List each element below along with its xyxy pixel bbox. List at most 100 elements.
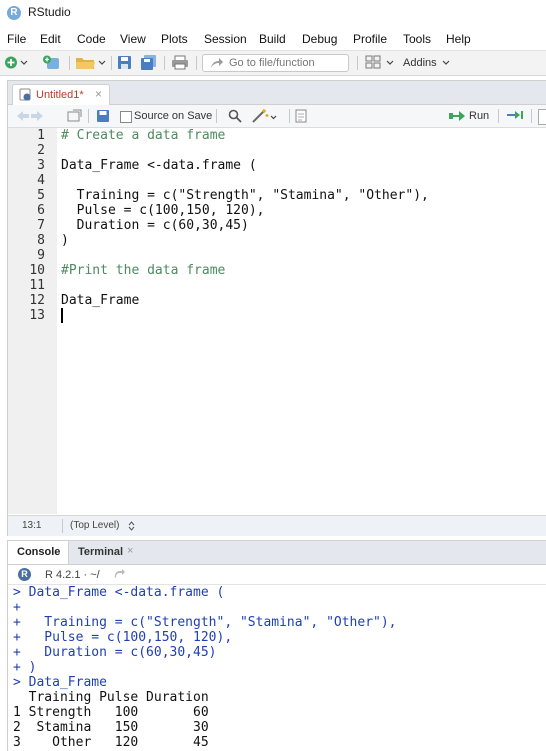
magic-wand-icon[interactable] (251, 108, 277, 124)
scope-selector[interactable]: (Top Level) (70, 520, 119, 531)
history-nav (17, 111, 43, 121)
code-line: # Create a data frame (61, 128, 226, 143)
toolbar-separator (164, 56, 165, 70)
line-number: 12 (29, 293, 45, 308)
forward-arrow-icon[interactable] (31, 111, 43, 121)
goto-placeholder: Go to file/function (229, 57, 315, 69)
line-number: 8 (37, 233, 45, 248)
r-version: R 4.2.1 · ~/ (45, 569, 100, 581)
menu-code[interactable]: Code (77, 32, 106, 46)
console-line: > Data_Frame <-data.frame ( (13, 585, 225, 600)
line-number: 4 (37, 173, 45, 188)
r-script-icon (19, 88, 31, 101)
updown-icon (128, 521, 135, 531)
editor-toolbar: Source on Save Run (8, 105, 546, 128)
menu-plots[interactable]: Plots (161, 32, 188, 46)
toolbar-separator (111, 56, 112, 70)
compile-report-icon[interactable] (295, 109, 307, 123)
code-editor[interactable]: # Create a data frame Data_Frame <-data.… (57, 128, 546, 514)
r-logo-icon: R (7, 6, 21, 20)
new-file-icon[interactable] (4, 55, 28, 70)
close-icon[interactable]: × (95, 87, 102, 101)
console-output[interactable]: > Data_Frame <-data.frame ( + + Training… (8, 585, 546, 751)
source-tab-bar: Untitled1* × (8, 81, 546, 105)
console-line: + Training = c("Strength", "Stamina", "O… (13, 615, 397, 630)
console-line: + Pulse = c(100,150, 120), (13, 630, 233, 645)
console-line: 2 Stamina 150 30 (13, 720, 209, 735)
source-on-save-checkbox[interactable] (120, 111, 132, 123)
cursor-position: 13:1 (22, 520, 42, 531)
menu-help[interactable]: Help (446, 32, 471, 46)
line-number: 6 (37, 203, 45, 218)
line-number: 1 (37, 128, 45, 143)
console-info-bar: R R 4.2.1 · ~/ (8, 565, 546, 585)
save-icon[interactable] (96, 109, 110, 123)
show-in-window-icon[interactable] (66, 109, 82, 123)
r-logo-icon: R (18, 568, 31, 581)
main-toolbar: Go to file/function Addins (0, 50, 546, 76)
line-number: 5 (37, 188, 45, 203)
code-line: Pulse = c(100,150, 120), (61, 203, 265, 218)
console-line: 3 Other 120 45 (13, 735, 209, 750)
text-cursor (61, 308, 63, 323)
tab-untitled1[interactable]: Untitled1* × (12, 84, 110, 105)
toolbar-separator (196, 56, 197, 70)
source-button[interactable] (538, 109, 546, 125)
menu-debug[interactable]: Debug (302, 32, 337, 46)
toolbar-separator (289, 109, 290, 123)
new-project-icon[interactable] (42, 55, 64, 70)
run-arrow-icon[interactable] (448, 110, 467, 122)
grid-icon[interactable] (365, 55, 395, 70)
tab-terminal[interactable]: Terminal (78, 546, 123, 558)
menu-profile[interactable]: Profile (353, 32, 387, 46)
tab-label: Console (17, 546, 61, 558)
print-icon[interactable] (171, 55, 189, 70)
code-line: Training = c("Strength", "Stamina", "Oth… (61, 188, 429, 203)
menu-bar: File Edit Code View Plots Session Build … (0, 30, 546, 50)
console-line: + (13, 600, 21, 615)
toolbar-separator (62, 519, 63, 533)
code-line: #Print the data frame (61, 263, 226, 278)
line-number: 9 (37, 248, 45, 263)
tab-console[interactable]: Console (8, 541, 69, 564)
toolbar-separator (498, 109, 499, 123)
close-icon[interactable]: × (127, 545, 133, 557)
console-line: > Data_Frame (13, 675, 107, 690)
run-button[interactable]: Run (469, 110, 489, 122)
search-icon[interactable] (228, 109, 242, 123)
addins-menu[interactable]: Addins (403, 57, 437, 69)
toolbar-separator (69, 56, 70, 70)
save-icon[interactable] (117, 55, 133, 70)
menu-build[interactable]: Build (259, 32, 286, 46)
refresh-icon[interactable] (113, 569, 125, 580)
line-number-gutter: 1 2 3 4 5 6 7 8 9 10 11 12 13 (8, 128, 57, 514)
code-line: Data_Frame <-data.frame ( (61, 158, 257, 173)
menu-tools[interactable]: Tools (403, 32, 431, 46)
line-number: 2 (37, 143, 45, 158)
toolbar-separator (531, 109, 532, 123)
goto-arrow-icon (211, 58, 223, 68)
toolbar-separator (88, 109, 89, 123)
toolbar-separator (357, 56, 358, 70)
console-line: + Duration = c(60,30,45) (13, 645, 217, 660)
rerun-icon[interactable] (506, 109, 526, 122)
code-line: ) (61, 233, 69, 248)
line-number: 10 (29, 263, 45, 278)
menu-file[interactable]: File (7, 32, 26, 46)
line-number: 11 (29, 278, 45, 293)
console-line: + ) (13, 660, 37, 675)
menu-edit[interactable]: Edit (40, 32, 61, 46)
back-arrow-icon[interactable] (17, 111, 29, 121)
menu-session[interactable]: Session (204, 32, 247, 46)
open-folder-icon[interactable] (75, 55, 107, 70)
menu-view[interactable]: View (120, 32, 146, 46)
save-all-icon[interactable] (140, 55, 158, 70)
code-line: Data_Frame (61, 293, 140, 308)
console-tab-bar: Console Terminal × (8, 541, 546, 565)
console-pane: Console Terminal × R R 4.2.1 · ~/ > Data… (7, 540, 546, 751)
source-status-bar: 13:1 (Top Level) (8, 515, 546, 536)
console-line: 1 Strength 100 60 (13, 705, 209, 720)
window-title: RStudio (28, 5, 71, 19)
line-number: 3 (37, 158, 45, 173)
chevron-down-icon (442, 60, 450, 65)
